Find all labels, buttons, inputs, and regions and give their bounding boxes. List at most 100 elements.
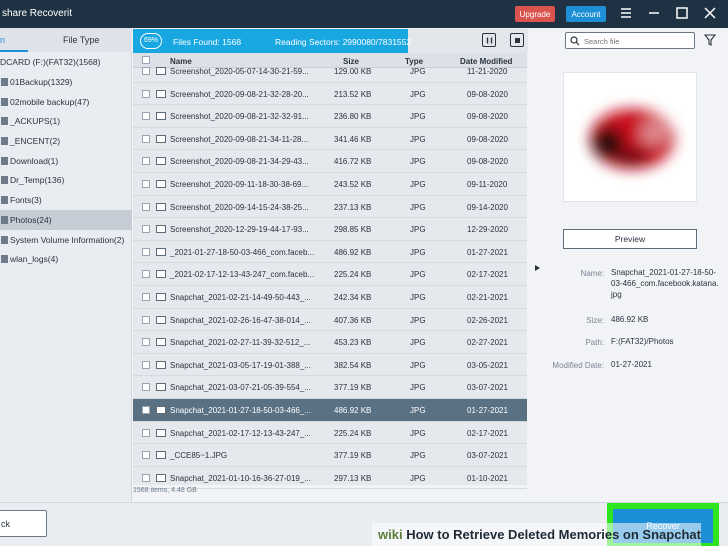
menu-icon[interactable]	[617, 4, 635, 22]
folder-item-selected[interactable]: Photos(24)	[0, 209, 132, 230]
row-checkbox[interactable]	[142, 202, 150, 211]
table-row[interactable]: _2021-02-17-12-13-43-247_com.faceb... 225…	[133, 263, 527, 286]
row-checkbox[interactable]	[142, 293, 150, 301]
table-row[interactable]: Snapchat_2021-03-05-17-19-01-388_... 382.…	[133, 354, 527, 377]
app-title: share Recoverit	[2, 8, 73, 19]
drive-node[interactable]: DCARD (F:)(FAT32)(1568)	[0, 57, 100, 67]
file-date: 11-21-2020	[467, 67, 508, 76]
folder-item[interactable]: Fonts(3)	[0, 190, 132, 210]
folder-item[interactable]: _ENCENT(2)	[0, 131, 132, 151]
file-name: Screenshot_2020-09-08-21-34-11-28...	[170, 134, 309, 144]
table-row[interactable]: Screenshot_2020-09-08-21-34-29-43... 416.…	[133, 150, 527, 173]
row-checkbox[interactable]	[142, 67, 150, 75]
row-checkbox[interactable]	[142, 383, 150, 392]
pause-button[interactable]	[482, 33, 496, 47]
minimize-icon[interactable]	[645, 4, 663, 22]
folder-label: 01Backup(1329)	[10, 77, 73, 87]
table-row[interactable]: Screenshot_2020-05-07-14-30-21-59... 129.…	[133, 60, 527, 83]
row-checkbox[interactable]	[142, 338, 150, 347]
file-type: JPG	[410, 247, 426, 257]
image-file-icon	[156, 338, 166, 347]
row-checkbox[interactable]	[142, 360, 150, 369]
account-button[interactable]: Account	[566, 6, 606, 22]
folder-item[interactable]: _ACKUPS(1)	[0, 111, 132, 131]
table-row[interactable]: Screenshot_2020-09-14-15-24-38-25... 237.…	[133, 196, 527, 219]
row-checkbox[interactable]	[142, 473, 150, 482]
table-row[interactable]: _2021-01-27-18-50-03-466_com.faceb... 486…	[133, 241, 527, 264]
back-button[interactable]: ck	[0, 510, 47, 537]
table-row[interactable]: Screenshot_2020-12-29-19-44-17-93... 298.…	[133, 218, 527, 241]
file-size: 129.00 KB	[334, 67, 372, 76]
folder-icon	[1, 137, 8, 146]
folder-icon	[1, 176, 8, 185]
table-row[interactable]: Screenshot_2020-09-08-21-32-28-20... 213.…	[133, 83, 527, 106]
folder-item[interactable]: Dr_Temp(136)	[0, 170, 132, 190]
file-size: 377.19 KB	[334, 383, 372, 393]
image-file-icon	[156, 315, 166, 324]
sidebar-tabs: n File Type	[0, 28, 132, 52]
row-checkbox[interactable]	[142, 406, 150, 414]
table-row[interactable]: Screenshot_2020-09-08-21-32-32-91... 236.…	[133, 105, 527, 128]
row-checkbox[interactable]	[142, 157, 150, 166]
table-row[interactable]: Snapchat_2021-02-26-16-47-38-014_... 407.…	[133, 309, 527, 332]
table-row[interactable]: Snapchat_2021-02-27-11-39-32-512_... 453.…	[133, 331, 527, 354]
maximize-icon[interactable]	[673, 4, 691, 22]
row-checkbox[interactable]	[142, 270, 150, 279]
table-row[interactable]: Snapchat_2021-02-17-12-13-43-247_... 225.…	[133, 422, 527, 445]
stop-button[interactable]	[510, 33, 524, 47]
row-checkbox[interactable]	[142, 112, 150, 121]
title-bar: share Recoverit Upgrade Account	[0, 0, 728, 28]
table-row[interactable]: Snapchat_2021-02-21-14-49-50-443_... 242.…	[133, 286, 527, 309]
file-name: Snapchat_2021-01-10-16-36-27-019_...	[170, 473, 311, 483]
file-size: 213.52 KB	[334, 89, 372, 99]
tab-file-type[interactable]: File Type	[63, 35, 99, 45]
row-checkbox[interactable]	[142, 315, 150, 324]
row-checkbox[interactable]	[142, 180, 150, 188]
row-checkbox[interactable]	[142, 89, 150, 98]
watermark-text: How to Retrieve Deleted Memories on Snap…	[406, 527, 701, 542]
folder-item[interactable]: 01Backup(1329)	[0, 72, 132, 92]
file-date: 01-27-2021	[467, 406, 508, 415]
table-row-selected[interactable]: Snapchat_2021-01-27-18-50-03-466_... 486.…	[133, 399, 527, 422]
size-label: Size:	[586, 316, 604, 325]
file-date: 02-17-2021	[467, 428, 508, 438]
filter-icon[interactable]	[704, 34, 716, 46]
file-date: 09-08-2020	[467, 157, 508, 167]
file-type: JPG	[410, 383, 426, 393]
upgrade-button[interactable]: Upgrade	[515, 6, 555, 22]
file-size: 236.80 KB	[334, 112, 372, 122]
file-type: JPG	[410, 134, 426, 144]
table-row[interactable]: Snapchat_2021-03-07-21-05-39-554_... 377.…	[133, 376, 527, 399]
file-date: 09-08-2020	[467, 89, 508, 99]
folder-item[interactable]: 02mobile backup(47)	[0, 92, 132, 112]
folder-item[interactable]: System Volume Information(2)	[0, 230, 132, 250]
row-checkbox[interactable]	[142, 225, 150, 234]
files-found-count: Files Found: 1568	[173, 37, 242, 47]
folder-item[interactable]: Download(1)	[0, 151, 132, 171]
table-row[interactable]: Screenshot_2020-09-08-21-34-11-28... 341.…	[133, 128, 527, 151]
blurred-photo-thumbnail	[590, 109, 674, 169]
folder-label: 02mobile backup(47)	[10, 96, 90, 107]
close-icon[interactable]	[701, 4, 719, 22]
row-checkbox[interactable]	[142, 134, 150, 143]
path-value: F:(FAT32)/Photos	[611, 337, 674, 346]
table-row[interactable]: _CCE85~1.JPG 377.19 KB JPG 03-07-2021	[133, 444, 527, 467]
file-date: 09-14-2020	[467, 202, 508, 212]
image-file-icon	[156, 360, 166, 369]
file-table: Name Size Type Date Modified Screenshot_…	[133, 53, 527, 490]
row-checkbox[interactable]	[142, 451, 150, 460]
file-name: Screenshot_2020-09-14-15-24-38-25...	[170, 202, 309, 212]
preview-button[interactable]: Preview	[563, 229, 697, 249]
tab-file-location[interactable]: n	[0, 35, 5, 45]
table-row[interactable]: Snapchat_2021-01-10-16-36-27-019_... 297.…	[133, 467, 527, 490]
sidebar: n File Type DCARD (F:)(FAT32)(1568) 01Ba…	[0, 28, 132, 502]
row-checkbox[interactable]	[142, 247, 150, 256]
search-box[interactable]	[565, 32, 695, 49]
image-file-icon	[156, 112, 166, 121]
table-row[interactable]: Screenshot_2020-09-11-18-30-38-69... 243.…	[133, 173, 527, 196]
image-file-icon	[156, 247, 166, 256]
search-input[interactable]	[584, 36, 692, 46]
row-checkbox[interactable]	[142, 428, 150, 437]
folder-item[interactable]: wlan_logs(4)	[0, 249, 132, 269]
image-file-icon	[156, 134, 166, 143]
